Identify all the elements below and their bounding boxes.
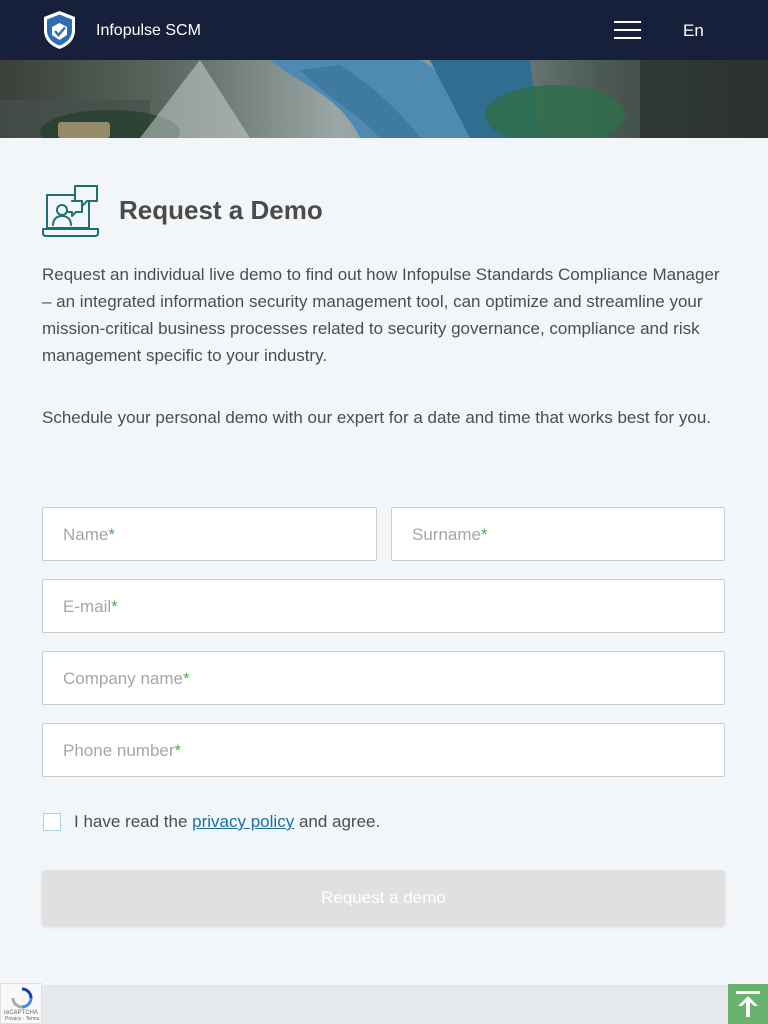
privacy-consent-checkbox[interactable] (43, 813, 61, 831)
section-title: Request a Demo (119, 195, 323, 225)
hamburger-menu-icon[interactable] (614, 21, 641, 39)
name-field[interactable]: Name* (42, 507, 377, 561)
surname-field[interactable]: Surname* (391, 507, 725, 561)
demo-presentation-icon (42, 185, 99, 237)
phone-number-field[interactable]: Phone number* (42, 723, 725, 777)
surname-placeholder: Surname* (412, 525, 488, 544)
company-name-field[interactable]: Company name* (42, 651, 725, 705)
recaptcha-badge[interactable]: reCAPTCHA Privacy - Terms (0, 983, 42, 1024)
required-mark: * (108, 525, 115, 544)
company-name-placeholder: Company name* (63, 669, 190, 688)
required-mark: * (174, 741, 182, 760)
hero-banner-image (0, 60, 768, 138)
privacy-policy-link[interactable]: privacy policy (192, 812, 294, 831)
footer-strip (42, 985, 768, 1024)
required-mark: * (111, 597, 118, 616)
top-navigation-bar: Infopulse SCM En (0, 0, 768, 60)
shield-logo-icon[interactable] (42, 10, 77, 50)
schedule-paragraph: Schedule your personal demo with our exp… (42, 408, 712, 427)
email-placeholder: E-mail* (63, 597, 118, 616)
brand-name[interactable]: Infopulse SCM (96, 21, 201, 41)
recaptcha-icon (11, 987, 33, 1009)
back-to-top-button[interactable] (728, 984, 768, 1024)
arrow-up-icon (736, 991, 760, 1017)
email-field[interactable]: E-mail* (42, 579, 725, 633)
required-mark: * (183, 669, 190, 688)
privacy-consent-label: I have read the privacy policy and agree… (74, 812, 381, 831)
request-demo-button[interactable]: Request a demo (42, 870, 725, 925)
required-mark: * (480, 525, 488, 544)
language-switcher[interactable]: En (683, 21, 704, 41)
name-placeholder: Name* (63, 525, 115, 544)
phone-number-placeholder: Phone number* (63, 741, 182, 760)
recaptcha-links[interactable]: Privacy - Terms (5, 1017, 39, 1022)
intro-paragraph: Request an individual live demo to find … (42, 265, 720, 365)
